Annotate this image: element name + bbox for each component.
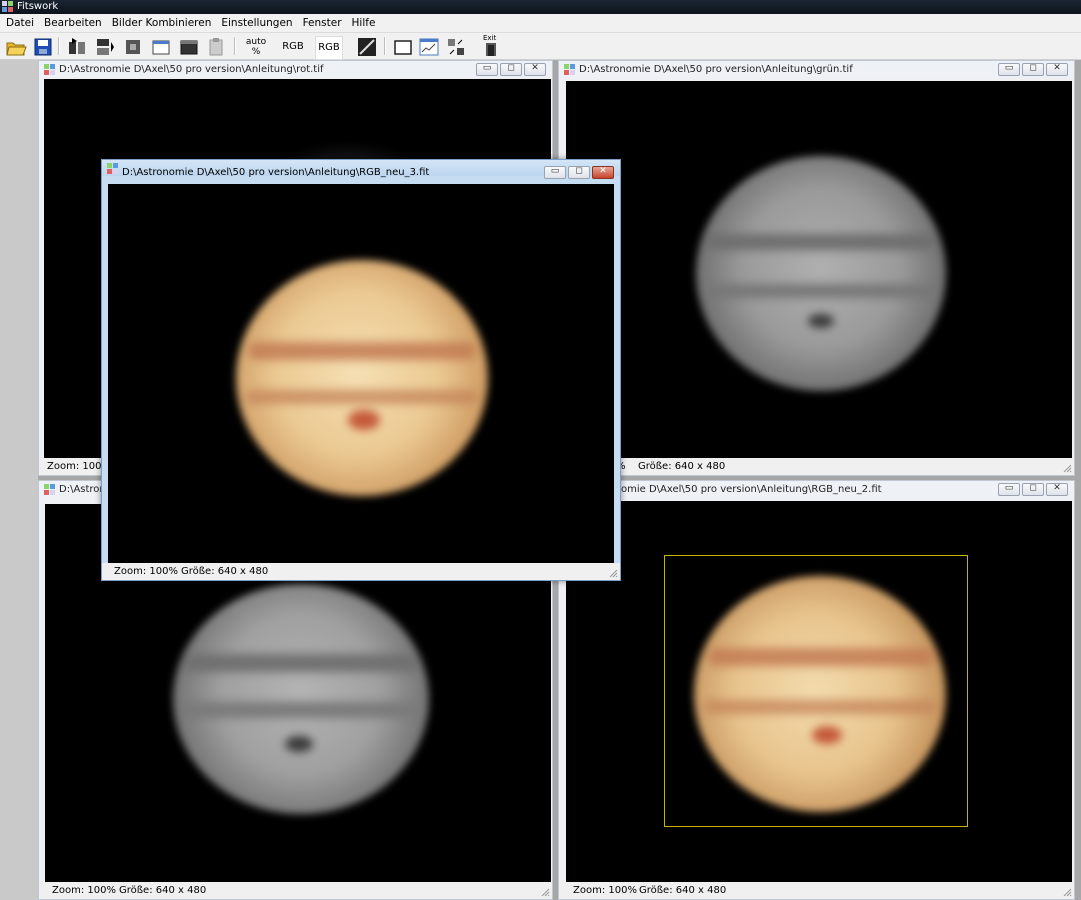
fitswork-app-icon [2, 1, 13, 12]
save-icon[interactable] [32, 36, 54, 58]
planet-spot [285, 736, 313, 752]
maximize-button[interactable]: ◻ [500, 63, 522, 76]
planet-image-green [696, 156, 946, 391]
image-window-icon [564, 64, 575, 75]
zoom-label: Zoom: 100% [114, 566, 178, 577]
resize-grip-icon[interactable] [540, 887, 550, 897]
minimize-button[interactable]: ▭ [544, 166, 566, 179]
planet-band [248, 342, 476, 360]
maximize-button[interactable]: ◻ [568, 166, 590, 179]
app-title: Fitswork [17, 1, 59, 12]
window-title-bar[interactable]: D:\Astronomie D\Axel\50 pro version\Anle… [102, 160, 620, 179]
menu-einstellungen[interactable]: Einstellungen [216, 14, 297, 32]
planet-image-rgb-neu-2 [694, 576, 946, 812]
great-red-spot [812, 726, 842, 744]
app-title-bar: Fitswork [0, 0, 1081, 14]
menu-bearbeiten[interactable]: Bearbeiten [39, 14, 107, 32]
auto-scale-label: auto % [245, 37, 267, 57]
auto-scale-button[interactable]: auto % [243, 36, 269, 59]
exit-icon[interactable]: Exit [480, 34, 502, 58]
status-bar: Zoom: 100% Größe: 640 x 480 [102, 563, 620, 580]
maximize-button[interactable]: ◻ [1022, 483, 1044, 496]
close-button[interactable]: ✕ [1046, 483, 1068, 496]
histogram-icon[interactable] [356, 36, 378, 58]
window-title: D:\Astronomie D\Axel\50 pro version\Anle… [122, 167, 430, 178]
planet-image-rgb-neu-3 [236, 260, 488, 496]
minimize-button[interactable]: ▭ [998, 483, 1020, 496]
window-dark-icon[interactable] [178, 36, 200, 58]
zoom-label: Zoom: 100% [52, 885, 116, 896]
resize-grip-icon[interactable] [608, 568, 618, 578]
mdi-left-margin [0, 60, 38, 900]
toolbar: auto % RGB RGB Exit [0, 33, 1081, 60]
status-bar: %Größe: 640 x 480 [559, 458, 1074, 475]
status-bar: Zoom: 100% Größe: 640 x 480 [39, 882, 552, 899]
size-label: Größe: 640 x 480 [181, 566, 269, 577]
window-icon[interactable] [150, 36, 172, 58]
exit-label: Exit [483, 34, 497, 42]
planet-band [706, 234, 936, 250]
menu-datei[interactable]: Datei [0, 14, 39, 32]
planet-band [708, 648, 934, 666]
resize-grip-icon[interactable] [1062, 463, 1072, 473]
image-window-icon [44, 484, 55, 495]
planet-band [704, 284, 938, 298]
image-window-green[interactable]: D:\Astronomie D\Axel\50 pro version\Anle… [558, 60, 1075, 476]
menu-fenster[interactable]: Fenster [298, 14, 347, 32]
image-window-icon [44, 64, 55, 75]
image-window-icon [107, 163, 118, 174]
menu-bar: Datei Bearbeiten Bilder Kombinieren Einstel… [0, 14, 1081, 33]
zoom-label: Zoom: 100% [573, 885, 637, 896]
close-button[interactable]: ✕ [524, 63, 546, 76]
planet-spot [808, 314, 834, 328]
image-window-rgb-neu-3[interactable]: D:\Astronomie D\Axel\50 pro version\Anle… [101, 159, 621, 581]
menu-bilder-kombinieren[interactable]: Bilder Kombinieren [107, 14, 217, 32]
align-icon[interactable] [445, 36, 467, 58]
open-folder-icon[interactable] [5, 36, 27, 58]
window-title: D:\Astron [59, 484, 106, 495]
resize-grip-icon[interactable] [1062, 887, 1072, 897]
image-canvas-green[interactable] [566, 81, 1072, 461]
minimize-button[interactable]: ▭ [998, 63, 1020, 76]
window-title: D:\Astronomie D\Axel\50 pro version\Anle… [579, 64, 853, 75]
minimize-button[interactable]: ▭ [476, 63, 498, 76]
image-canvas-rgb-neu-3[interactable] [108, 184, 614, 564]
status-bar: Zoom: 100% Größe: 640 x 480 [559, 882, 1074, 899]
planet-band [183, 654, 419, 672]
window-title-bar[interactable]: omie D\Axel\50 pro version\Anleitung\RGB… [559, 481, 1074, 497]
window-title: D:\Astronomie D\Axel\50 pro version\Anle… [59, 64, 324, 75]
paste-icon[interactable] [205, 36, 227, 58]
rgb-toggle-button[interactable]: RGB [315, 36, 343, 60]
size-label: Größe: 640 x 480 [639, 885, 727, 896]
image-window-rgb-neu-2[interactable]: omie D\Axel\50 pro version\Anleitung\RGB… [558, 480, 1075, 900]
window-title-bar[interactable]: D:\Astronomie D\Axel\50 pro version\Anle… [559, 61, 1074, 77]
rgb-button[interactable]: RGB [280, 36, 306, 58]
size-label: Größe: 640 x 480 [638, 461, 726, 472]
planet-band [704, 700, 936, 714]
great-red-spot [348, 410, 380, 430]
frame-icon[interactable] [392, 36, 414, 58]
window-title: omie D\Axel\50 pro version\Anleitung\RGB… [621, 484, 882, 495]
flip-vertical-icon[interactable] [94, 36, 116, 58]
planet-image-blue [173, 584, 429, 814]
menu-hilfe[interactable]: Hilfe [347, 14, 381, 32]
close-button[interactable]: ✕ [592, 166, 614, 179]
graph-window-icon[interactable] [418, 36, 440, 58]
image-canvas-rgb-neu-2[interactable] [566, 501, 1072, 883]
size-label: Größe: 640 x 480 [119, 885, 207, 896]
window-title-bar[interactable]: D:\Astronomie D\Axel\50 pro version\Anle… [39, 61, 552, 77]
planet-band [181, 702, 421, 718]
close-button[interactable]: ✕ [1046, 63, 1068, 76]
flip-horizontal-icon[interactable] [66, 36, 88, 58]
rotate-icon[interactable] [122, 36, 144, 58]
maximize-button[interactable]: ◻ [1022, 63, 1044, 76]
planet-band [246, 390, 478, 404]
